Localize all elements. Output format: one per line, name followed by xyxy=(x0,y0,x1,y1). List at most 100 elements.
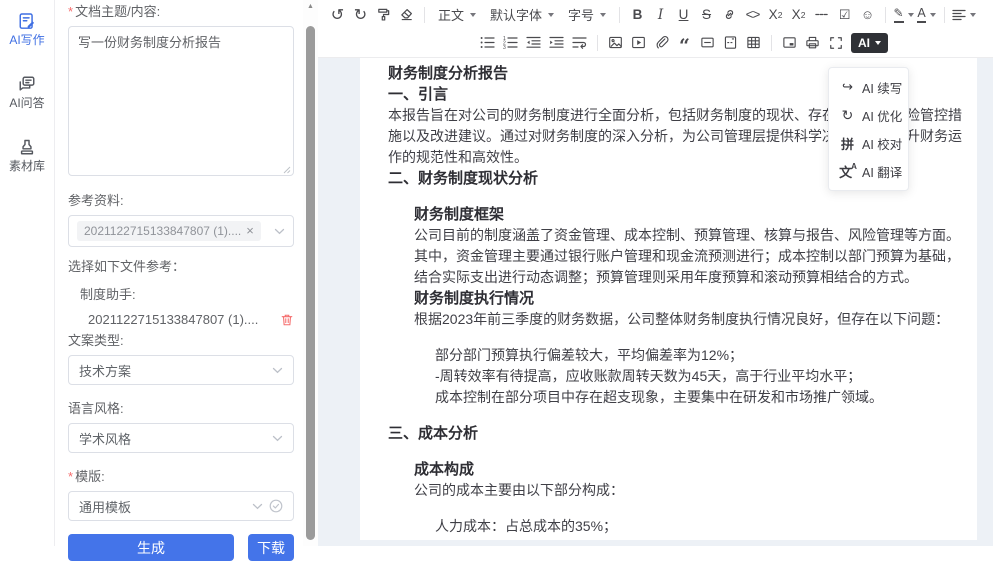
reference-label: 参考资料: xyxy=(68,193,294,209)
doc-block-h3: 成本构成 xyxy=(414,459,968,480)
delete-file-icon[interactable] xyxy=(280,313,294,327)
ai-qa-icon xyxy=(18,75,36,93)
menu-item-ai-proofread[interactable]: 拼 AI 校对 xyxy=(829,129,908,157)
print-icon[interactable] xyxy=(802,32,823,53)
ai-continue-icon: ↪ xyxy=(840,79,855,95)
underline-icon[interactable]: U xyxy=(673,4,694,25)
caret-down-icon xyxy=(600,13,606,17)
left-nav: AI写作 AI问答 素材库 xyxy=(0,0,55,546)
caret-down-icon xyxy=(875,41,881,45)
menu-item-ai-optimize[interactable]: ↻ AI 优化 xyxy=(829,101,908,129)
ai-optimize-icon: ↻ xyxy=(840,107,855,124)
toolbar-row-1: ↺ ↻ 正文 默认字体 字号 B I U S xyxy=(318,0,993,29)
emoji-icon[interactable]: ☺ xyxy=(857,4,878,25)
sidebar-item-label: 素材库 xyxy=(9,159,45,173)
outdent-icon[interactable] xyxy=(523,32,544,53)
fullscreen-icon[interactable] xyxy=(825,32,846,53)
font-family-dropdown[interactable]: 默认字体 xyxy=(483,5,561,24)
superscript-icon[interactable]: X2 xyxy=(788,4,809,25)
required-asterisk: * xyxy=(68,4,73,19)
sidebar-item-material-library[interactable]: 素材库 xyxy=(0,138,54,173)
page-break-icon[interactable] xyxy=(720,32,741,53)
menu-item-ai-continue[interactable]: ↪ AI 续写 xyxy=(829,73,908,101)
sidebar-item-label: AI写作 xyxy=(9,33,44,47)
app-root: { "colors": { "accent": "#3f6fe3", "butt… xyxy=(0,0,993,546)
font-color-icon[interactable]: A xyxy=(916,4,937,25)
sidebar-item-ai-writing[interactable]: AI写作 xyxy=(0,12,54,47)
doc-type-select[interactable]: 技术方案 xyxy=(68,355,294,385)
blockquote-icon[interactable]: “ xyxy=(674,36,695,57)
caret-down-icon xyxy=(930,13,936,17)
template-select[interactable]: 通用模板 xyxy=(68,491,294,521)
eraser-icon[interactable] xyxy=(396,4,417,25)
bold-icon[interactable]: B xyxy=(627,4,648,25)
format-painter-icon[interactable] xyxy=(373,4,394,25)
redo-icon[interactable]: ↻ xyxy=(350,4,371,25)
caret-down-icon xyxy=(908,13,914,17)
menu-item-ai-translate[interactable]: 文A AI 翻译 xyxy=(829,157,908,185)
undo-icon[interactable]: ↺ xyxy=(327,4,348,25)
sidebar-item-ai-qa[interactable]: AI问答 xyxy=(0,75,54,110)
doc-block-p: 根据2023年前三季度的财务数据，公司整体财务制度执行情况良好，但存在以下问题： xyxy=(414,309,968,330)
toolbar-separator xyxy=(619,7,620,23)
doc-block-h3: 财务制度执行情况 xyxy=(414,288,968,309)
download-button[interactable]: 下载 xyxy=(248,534,294,561)
insert-video-icon[interactable] xyxy=(628,32,649,53)
doc-block-p: 公司目前的制度涵盖了资金管理、成本控制、预算管理、核算与报告、风险管理等方面。其… xyxy=(414,225,968,288)
resize-handle[interactable] xyxy=(283,166,291,174)
ai-writing-icon xyxy=(18,12,36,30)
material-library-icon xyxy=(18,138,36,156)
doc-block-h2: 三、成本分析 xyxy=(388,423,968,444)
italic-icon[interactable]: I xyxy=(650,4,671,25)
sidebar-item-label: AI问答 xyxy=(9,96,44,110)
reference-select[interactable]: 2021122715133847807 (1).... × xyxy=(68,215,294,247)
caret-down-icon xyxy=(970,13,976,17)
line-break-icon[interactable] xyxy=(569,32,590,53)
chevron-down-icon xyxy=(252,503,263,510)
style-select[interactable]: 学术风格 xyxy=(68,423,294,453)
paragraph-style-dropdown[interactable]: 正文 xyxy=(431,5,483,24)
alignment-dropdown[interactable] xyxy=(952,4,976,25)
reference-file-name: 2021122715133847807 (1).... xyxy=(88,312,276,327)
caret-down-icon xyxy=(470,13,476,17)
ordered-list-icon[interactable]: 123 xyxy=(500,32,521,53)
doc-block-p: 公司的成本主要由以下部分构成： xyxy=(414,480,968,501)
scrollbar-thumb[interactable] xyxy=(306,26,315,540)
insert-table-icon[interactable] xyxy=(743,32,764,53)
task-checkbox-icon[interactable]: ☑ xyxy=(834,4,855,25)
template-label: *模版: xyxy=(68,469,294,485)
reference-file-row: 2021122715133847807 (1).... xyxy=(68,312,294,327)
generation-form-panel: *文档主题/内容: 写一份财务制度分析报告 参考资料: 202112271513… xyxy=(55,0,303,546)
doc-block-p: 部分部门预算执行偏差较大，平均偏差率为12%； xyxy=(435,345,968,366)
subscript-icon[interactable]: X2 xyxy=(765,4,786,25)
font-size-dropdown[interactable]: 字号 xyxy=(561,5,613,24)
ai-tools-button[interactable]: AI xyxy=(851,33,888,53)
required-asterisk: * xyxy=(68,469,73,484)
editor-toolbar: ↺ ↻ 正文 默认字体 字号 B I U S xyxy=(318,0,993,58)
generate-button[interactable]: 生成 xyxy=(68,534,234,561)
bullet-list-icon[interactable] xyxy=(477,32,498,53)
preview-panel-icon[interactable] xyxy=(779,32,800,53)
attachment-icon[interactable] xyxy=(651,32,672,53)
doc-block-h3: 财务制度框架 xyxy=(414,204,968,225)
panel-scrollbar[interactable]: ▲ xyxy=(303,0,318,546)
chevron-down-icon xyxy=(274,228,285,235)
strikethrough-icon[interactable]: S xyxy=(696,4,717,25)
link-icon[interactable] xyxy=(719,4,740,25)
divider-icon[interactable] xyxy=(697,32,718,53)
reference-tag: 2021122715133847807 (1).... × xyxy=(77,221,261,241)
toolbar-separator xyxy=(424,7,425,23)
horizontal-rule-icon[interactable] xyxy=(811,4,832,25)
topic-textarea-wrap: 写一份财务制度分析报告 xyxy=(68,26,294,179)
indent-icon[interactable] xyxy=(546,32,567,53)
toolbar-separator xyxy=(885,7,886,23)
tag-close-icon[interactable]: × xyxy=(246,226,254,236)
chevron-down-icon xyxy=(272,367,283,374)
highlight-color-icon[interactable]: ✎ xyxy=(893,4,914,25)
insert-image-icon[interactable] xyxy=(605,32,626,53)
doc-block-p: 成本控制在部分项目中存在超支现象，主要集中在研发和市场推广领域。 xyxy=(435,387,968,408)
inline-code-icon[interactable]: <> xyxy=(742,4,763,25)
scroll-up-arrow[interactable]: ▲ xyxy=(303,3,318,10)
doc-block-p: -周转效率有待提高，应收账款周转天数为45天，高于行业平均水平； xyxy=(435,366,968,387)
topic-input[interactable]: 写一份财务制度分析报告 xyxy=(68,26,294,176)
